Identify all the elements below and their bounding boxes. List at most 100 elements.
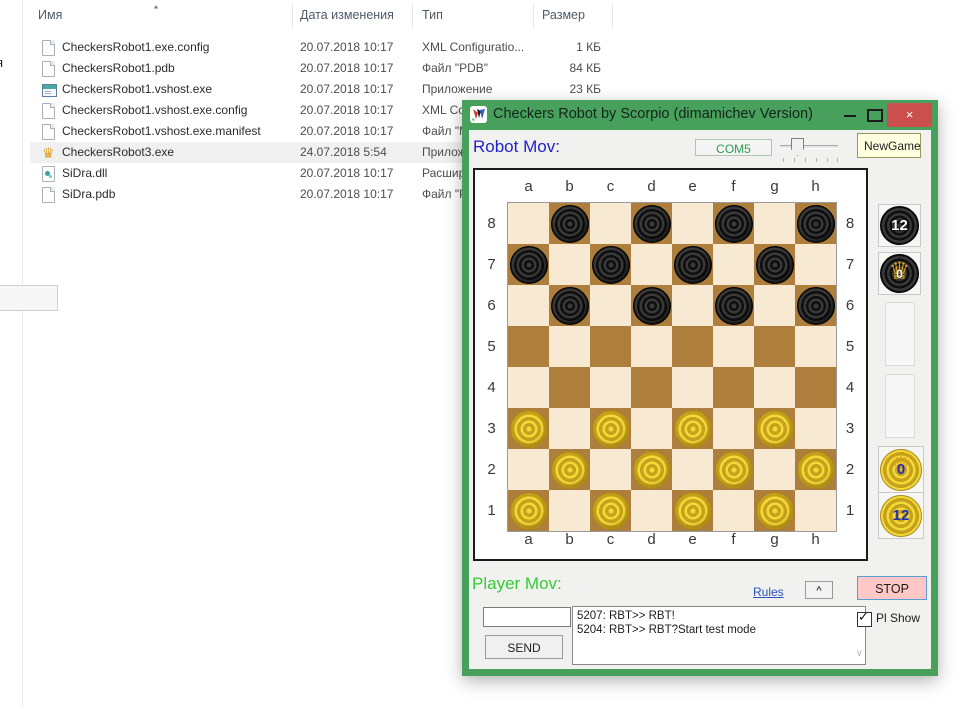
- column-separator[interactable]: [292, 4, 293, 28]
- board-square-d3[interactable]: [631, 408, 672, 449]
- board-square-b6[interactable]: [549, 285, 590, 326]
- board-coordinate-label: d: [631, 531, 672, 548]
- board-coordinate-label: g: [754, 531, 795, 548]
- board-square-f8[interactable]: [713, 203, 754, 244]
- board-square-b1[interactable]: [549, 490, 590, 531]
- board-square-h5[interactable]: [795, 326, 836, 367]
- speed-slider[interactable]: [780, 136, 840, 162]
- board-square-a5[interactable]: [508, 326, 549, 367]
- board-square-c8[interactable]: [590, 203, 631, 244]
- board-square-f3[interactable]: [713, 408, 754, 449]
- board-square-e4[interactable]: [672, 367, 713, 408]
- black-checker-piece: [633, 287, 671, 325]
- board-square-a4[interactable]: [508, 367, 549, 408]
- newgame-button[interactable]: NewGame: [857, 133, 921, 158]
- board-square-c6[interactable]: [590, 285, 631, 326]
- board-square-d7[interactable]: [631, 244, 672, 285]
- pl-show-checkbox[interactable]: ✓: [857, 612, 872, 627]
- board-square-g3[interactable]: [754, 408, 795, 449]
- board-square-g8[interactable]: [754, 203, 795, 244]
- board-square-c7[interactable]: [590, 244, 631, 285]
- board-square-d6[interactable]: [631, 285, 672, 326]
- board-square-e6[interactable]: [672, 285, 713, 326]
- column-separator[interactable]: [412, 4, 413, 28]
- file-name: CheckersRobot1.pdb: [62, 58, 175, 79]
- board-square-g4[interactable]: [754, 367, 795, 408]
- board-square-d2[interactable]: [631, 449, 672, 490]
- log-output[interactable]: ∧ ∨ 5207: RBT>> RBT!5204: RBT>> RBT?Star…: [572, 606, 866, 665]
- stop-button[interactable]: STOP: [857, 576, 927, 600]
- com-port-button[interactable]: COM5: [695, 139, 772, 156]
- board-square-b7[interactable]: [549, 244, 590, 285]
- board-square-e5[interactable]: [672, 326, 713, 367]
- column-header-date[interactable]: Дата изменения: [300, 8, 394, 22]
- board-square-h3[interactable]: [795, 408, 836, 449]
- board-square-g1[interactable]: [754, 490, 795, 531]
- rules-link[interactable]: Rules: [753, 585, 784, 599]
- file-row[interactable]: CheckersRobot1.vshost.exe20.07.2018 10:1…: [30, 79, 622, 100]
- board-square-d8[interactable]: [631, 203, 672, 244]
- maximize-button[interactable]: [867, 109, 883, 122]
- board-square-f2[interactable]: [713, 449, 754, 490]
- file-row[interactable]: CheckersRobot1.exe.config20.07.2018 10:1…: [30, 37, 622, 58]
- slider-thumb[interactable]: [791, 138, 804, 156]
- minimize-button[interactable]: [844, 115, 856, 117]
- board-square-g2[interactable]: [754, 449, 795, 490]
- send-button[interactable]: SEND: [485, 635, 563, 659]
- column-header-size[interactable]: Размер: [542, 8, 585, 22]
- board-square-h1[interactable]: [795, 490, 836, 531]
- board-coordinate-label: 1: [836, 490, 864, 531]
- board-square-a8[interactable]: [508, 203, 549, 244]
- crown-file-icon: ♛: [42, 143, 56, 158]
- black-kings-counter: ♛ 0: [878, 252, 921, 295]
- board-square-c2[interactable]: [590, 449, 631, 490]
- board-square-d5[interactable]: [631, 326, 672, 367]
- board-square-b4[interactable]: [549, 367, 590, 408]
- board-square-h8[interactable]: [795, 203, 836, 244]
- move-input[interactable]: [483, 607, 571, 627]
- board-square-e2[interactable]: [672, 449, 713, 490]
- board-square-a7[interactable]: [508, 244, 549, 285]
- scroll-down-icon[interactable]: ∨: [856, 647, 863, 661]
- board-square-f5[interactable]: [713, 326, 754, 367]
- board-square-c5[interactable]: [590, 326, 631, 367]
- title-bar[interactable]: Checkers Robot by Scorpio (dimamichev Ve…: [462, 100, 938, 130]
- board-square-h2[interactable]: [795, 449, 836, 490]
- board-square-f4[interactable]: [713, 367, 754, 408]
- column-separator[interactable]: [612, 4, 613, 28]
- board-square-a1[interactable]: [508, 490, 549, 531]
- column-header-name[interactable]: Имя: [38, 8, 62, 22]
- board-square-h6[interactable]: [795, 285, 836, 326]
- collapse-button[interactable]: ^: [805, 581, 833, 599]
- board-square-h4[interactable]: [795, 367, 836, 408]
- slider-track[interactable]: [780, 145, 838, 149]
- board-square-a2[interactable]: [508, 449, 549, 490]
- board-square-a6[interactable]: [508, 285, 549, 326]
- board-square-e8[interactable]: [672, 203, 713, 244]
- board-square-c4[interactable]: [590, 367, 631, 408]
- column-separator[interactable]: [533, 4, 534, 28]
- board-square-f1[interactable]: [713, 490, 754, 531]
- board-square-c3[interactable]: [590, 408, 631, 449]
- board-square-g7[interactable]: [754, 244, 795, 285]
- checkers-board: abcdefgh 87654321 87654321 abcdefgh: [473, 168, 868, 561]
- board-square-g6[interactable]: [754, 285, 795, 326]
- board-square-b3[interactable]: [549, 408, 590, 449]
- board-square-e3[interactable]: [672, 408, 713, 449]
- close-button[interactable]: ×: [887, 103, 932, 127]
- column-header-type[interactable]: Тип: [422, 8, 443, 22]
- board-square-f7[interactable]: [713, 244, 754, 285]
- board-square-b2[interactable]: [549, 449, 590, 490]
- board-square-e1[interactable]: [672, 490, 713, 531]
- board-square-g5[interactable]: [754, 326, 795, 367]
- board-square-d4[interactable]: [631, 367, 672, 408]
- board-square-f6[interactable]: [713, 285, 754, 326]
- board-square-d1[interactable]: [631, 490, 672, 531]
- board-square-a3[interactable]: [508, 408, 549, 449]
- file-row[interactable]: CheckersRobot1.pdb20.07.2018 10:17Файл "…: [30, 58, 622, 79]
- board-square-b5[interactable]: [549, 326, 590, 367]
- board-square-c1[interactable]: [590, 490, 631, 531]
- board-square-e7[interactable]: [672, 244, 713, 285]
- board-square-b8[interactable]: [549, 203, 590, 244]
- board-square-h7[interactable]: [795, 244, 836, 285]
